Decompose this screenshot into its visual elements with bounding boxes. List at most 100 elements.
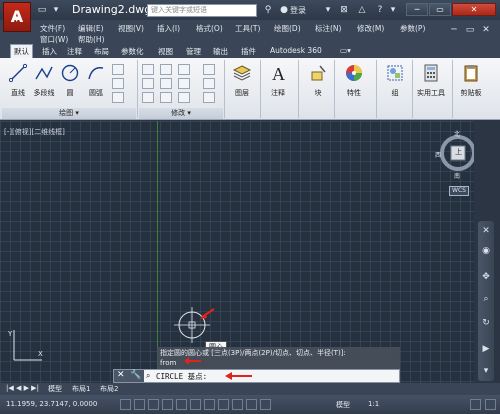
exchange-icon[interactable]: ⊠ [338, 4, 350, 16]
help-icon[interactable]: ? [374, 4, 386, 16]
tab-annotate[interactable]: 注释 [67, 46, 82, 57]
tab-parametric[interactable]: 参数化 [121, 46, 144, 57]
tab-home[interactable]: 默认 [10, 44, 33, 58]
restore-icon[interactable]: ▭ [464, 24, 476, 36]
model-space-button[interactable]: 模型 [336, 400, 350, 410]
steering-wheel-icon[interactable]: ◉ [480, 245, 492, 257]
menu-draw[interactable]: 绘图(D) [274, 23, 301, 34]
polar-toggle[interactable] [162, 399, 173, 410]
viewport-controls[interactable]: [-][俯视][二维线框] [4, 127, 65, 137]
erase-tool[interactable] [203, 64, 215, 75]
menu-file[interactable]: 文件(F) [40, 23, 65, 34]
tab-layout[interactable]: 布局 [94, 46, 109, 57]
clipboard-button[interactable]: 剪贴板 [457, 63, 485, 98]
menu-dimension[interactable]: 标注(N) [315, 23, 341, 34]
pan-icon[interactable]: ✥ [480, 271, 492, 283]
offset-tool[interactable] [203, 92, 215, 103]
utilities-button[interactable]: 实用工具 [417, 63, 445, 98]
close-icon[interactable]: ✕ [480, 24, 492, 36]
close-button[interactable]: ✕ [452, 3, 496, 16]
wcs-menu[interactable]: WCS [449, 186, 469, 196]
qat-dropdown-icon[interactable]: ▾ [50, 4, 62, 16]
ellipse-tool[interactable] [112, 78, 124, 89]
lineweight-toggle[interactable] [246, 399, 257, 410]
chevron-down-icon[interactable]: ▾ [387, 4, 399, 16]
menu-format[interactable]: 格式(O) [196, 23, 223, 34]
arc-button[interactable]: 圆弧 [82, 63, 110, 98]
rotate-tool[interactable] [160, 64, 172, 75]
wrench-icon[interactable]: 🔧 [130, 370, 141, 380]
ducs-toggle[interactable] [218, 399, 229, 410]
restore-button[interactable]: ▭ [429, 3, 451, 16]
tab-layout1[interactable]: 布局1 [72, 384, 90, 394]
line-button[interactable]: 直线 [4, 63, 32, 98]
annotation-button[interactable]: A 注释 [264, 63, 292, 98]
stretch-tool[interactable] [142, 92, 154, 103]
minimize-icon[interactable]: ─ [448, 24, 460, 36]
tab-output[interactable]: 输出 [213, 46, 228, 57]
chevron-down-icon[interactable]: ▾ [480, 365, 492, 377]
application-menu-button[interactable]: A ▼ [3, 2, 31, 32]
menu-insert[interactable]: 插入(I) [157, 23, 180, 34]
menu-view[interactable]: 视图(V) [118, 23, 144, 34]
copy-tool[interactable] [142, 78, 154, 89]
tab-layout2[interactable]: 布局2 [100, 384, 118, 394]
chevron-down-icon[interactable]: ▾ [322, 4, 334, 16]
showmotion-icon[interactable]: ▶ [480, 343, 492, 355]
tab-manage[interactable]: 管理 [186, 46, 201, 57]
minimize-button[interactable]: ─ [406, 3, 428, 16]
menu-modify[interactable]: 修改(M) [357, 23, 384, 34]
connect-icon[interactable]: △ [356, 4, 368, 16]
properties-button[interactable]: 特性 [340, 63, 368, 98]
qat-new-icon[interactable]: ▭ [36, 4, 48, 16]
scale-tool[interactable] [160, 92, 172, 103]
mirror-tool[interactable] [160, 78, 172, 89]
menu-parametric[interactable]: 参数(P) [400, 23, 425, 34]
array-tool[interactable] [178, 92, 190, 103]
rectangle-tool[interactable] [112, 64, 124, 75]
command-input[interactable]: CIRCLE 基点: [156, 371, 207, 382]
transparency-toggle[interactable] [260, 399, 271, 410]
osnap-toggle[interactable] [176, 399, 187, 410]
3dosnap-toggle[interactable] [190, 399, 201, 410]
search-input[interactable]: 键入关键字或短语 [147, 4, 257, 17]
tab-view[interactable]: 视图 [158, 46, 173, 57]
fillet-tool[interactable] [178, 78, 190, 89]
otrack-toggle[interactable] [204, 399, 215, 410]
menu-tools[interactable]: 工具(T) [235, 23, 260, 34]
coordinates-readout[interactable]: 11.1959, 23.7147, 0.0000 [6, 400, 97, 408]
command-line-grip[interactable]: ✕ 🔧 [114, 370, 144, 382]
tab-insert[interactable]: 插入 [42, 46, 57, 57]
menu-edit[interactable]: 编辑(E) [78, 23, 104, 34]
search-icon[interactable]: ⚲ [262, 4, 274, 16]
tab-overflow-icon[interactable]: ▭▾ [340, 46, 351, 55]
tab-model[interactable]: 模型 [48, 384, 62, 394]
tab-plugins[interactable]: 插件 [241, 46, 256, 57]
zoom-icon[interactable]: ⌕ [480, 293, 492, 305]
polyline-button[interactable]: 多段线 [30, 63, 58, 98]
drawing-canvas[interactable]: [-][俯视][二维线框] 上 北 南 东 西 Y X 圆心 [0, 121, 481, 383]
grid-toggle[interactable] [134, 399, 145, 410]
dyn-toggle[interactable] [232, 399, 243, 410]
move-tool[interactable] [142, 64, 154, 75]
groups-button[interactable]: 组 [381, 63, 409, 98]
fullscreen-icon[interactable] [485, 399, 496, 410]
hatch-tool[interactable] [112, 92, 124, 103]
ortho-toggle[interactable] [148, 399, 159, 410]
close-icon[interactable]: ✕ [117, 370, 125, 380]
tab-autodesk-360[interactable]: Autodesk 360 [270, 46, 322, 55]
close-icon[interactable]: ✕ [480, 225, 492, 237]
layers-button[interactable]: 图层 [228, 63, 256, 98]
settings-icon[interactable] [470, 399, 481, 410]
login-link[interactable]: 登录 [290, 5, 306, 16]
snap-toggle[interactable] [120, 399, 131, 410]
explode-tool[interactable] [203, 78, 215, 89]
command-line[interactable]: ✕ 🔧 ⌕ CIRCLE 基点: [113, 369, 400, 383]
draw-panel-title[interactable]: 绘图 ▾ [2, 108, 136, 119]
circle-button[interactable]: 圆 [56, 63, 84, 98]
trim-tool[interactable] [178, 64, 190, 75]
block-button[interactable]: 块 [304, 63, 332, 98]
tab-nav-arrows[interactable]: |◀ ◀ ▶ ▶| [6, 384, 39, 392]
user-icon[interactable]: ● [278, 4, 290, 16]
modify-panel-title[interactable]: 修改 ▾ [139, 108, 223, 119]
